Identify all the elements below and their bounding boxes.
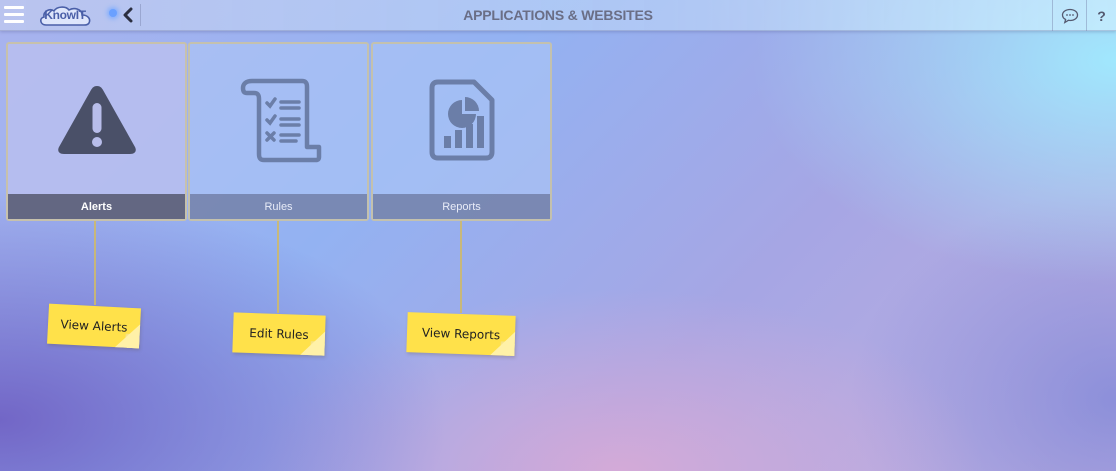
sticky-note-view-reports[interactable]: View Reports	[406, 312, 516, 356]
help-icon: ?	[1097, 7, 1106, 24]
checklist-scroll-icon	[240, 78, 321, 163]
tile-reports-icon-area	[373, 44, 550, 196]
tile-reports-label: Reports	[373, 194, 550, 219]
sticky-note-label: View Reports	[421, 325, 501, 343]
connector-line-rules	[277, 221, 279, 313]
tile-reports[interactable]: Reports	[371, 42, 552, 221]
sticky-note-label: Edit Rules	[249, 325, 309, 343]
tile-rules[interactable]: Rules	[188, 42, 369, 221]
warning-triangle-icon	[57, 86, 136, 154]
sticky-note-label: View Alerts	[60, 317, 128, 335]
tile-alerts-icon-area	[8, 44, 185, 196]
note-fold	[310, 341, 325, 356]
sticky-note-edit-rules[interactable]: Edit Rules	[232, 312, 326, 356]
connector-line-alerts	[94, 221, 96, 305]
page-title: APPLICATIONS & WEBSITES	[463, 7, 653, 23]
tile-alerts[interactable]: Alerts	[6, 42, 187, 221]
tile-alerts-label: Alerts	[8, 194, 185, 219]
help-button[interactable]: ?	[1086, 0, 1116, 31]
note-fold	[124, 333, 140, 349]
connector-line-reports	[460, 221, 462, 313]
chat-button[interactable]	[1052, 0, 1086, 31]
report-chart-icon	[429, 79, 494, 161]
note-fold	[500, 341, 515, 356]
tile-rules-label: Rules	[190, 194, 367, 219]
tile-rules-icon-area	[190, 44, 367, 196]
chat-bubble-icon	[1061, 8, 1078, 24]
top-bar: KnowIT APPLICATIONS & WEBSITES ?	[0, 0, 1116, 31]
sticky-note-view-alerts[interactable]: View Alerts	[47, 303, 141, 349]
